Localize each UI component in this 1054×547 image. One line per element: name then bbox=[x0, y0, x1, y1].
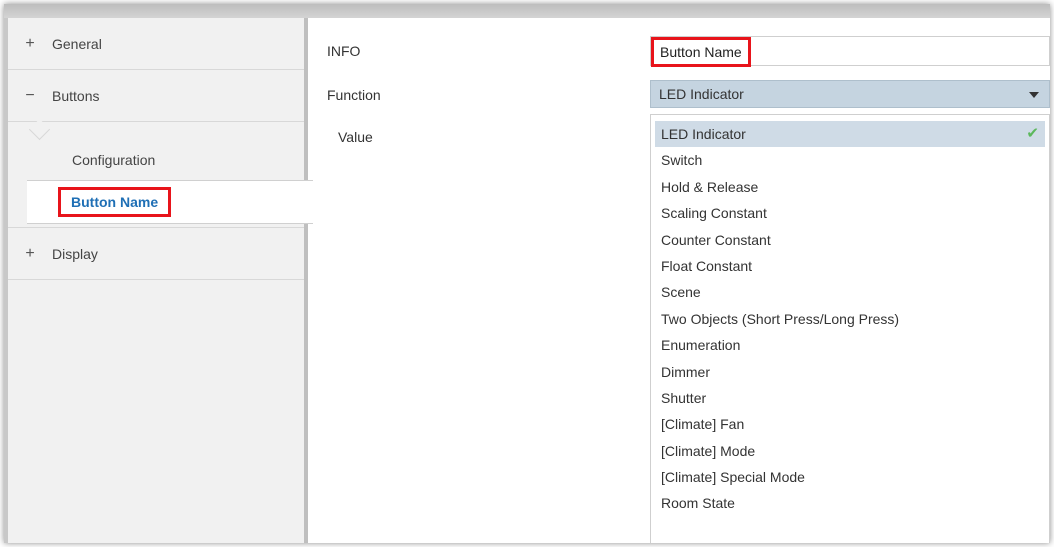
dropdown-option[interactable]: Dimmer bbox=[651, 359, 1049, 385]
sidebar-item-label: Display bbox=[52, 245, 98, 262]
info-input-value: Button Name bbox=[651, 37, 751, 67]
expand-icon[interactable]: + bbox=[8, 35, 52, 53]
dropdown-option[interactable]: Shutter bbox=[651, 385, 1049, 411]
value-label: Value bbox=[338, 129, 373, 145]
sidebar-item-label: General bbox=[52, 35, 102, 52]
dropdown-option[interactable]: Float Constant bbox=[651, 253, 1049, 279]
info-input[interactable]: Button Name bbox=[650, 36, 1050, 67]
sidebar-item-general[interactable]: + General bbox=[8, 18, 304, 70]
dropdown-option[interactable]: [Climate] Fan bbox=[651, 411, 1049, 437]
app-window: + General − Buttons Configuration Button… bbox=[4, 4, 1050, 543]
dropdown-option[interactable]: Counter Constant bbox=[651, 227, 1049, 253]
dropdown-option[interactable]: [Climate] Mode bbox=[651, 438, 1049, 464]
dropdown-option[interactable]: Enumeration bbox=[651, 332, 1049, 358]
dropdown-option[interactable]: Scaling Constant bbox=[651, 200, 1049, 226]
sidebar-item-configuration[interactable]: Configuration bbox=[8, 138, 304, 182]
sidebar-item-buttons[interactable]: − Buttons bbox=[8, 70, 304, 122]
dropdown-option[interactable]: Switch bbox=[651, 147, 1049, 173]
dropdown-option[interactable]: Room State bbox=[651, 490, 1049, 516]
parameter-panel: INFO Button Name Function LED Indicator … bbox=[308, 18, 1050, 543]
sidebar-item-display[interactable]: + Display bbox=[8, 228, 304, 280]
sidebar-item-button-name[interactable]: Button Name bbox=[27, 180, 313, 224]
function-dropdown-list: LED Indicator ✔ Switch Hold & Release Sc… bbox=[650, 114, 1050, 543]
window-top-band bbox=[4, 4, 1050, 18]
check-icon: ✔ bbox=[1026, 125, 1039, 142]
function-select-value: LED Indicator bbox=[659, 86, 744, 102]
sidebar-item-label: Buttons bbox=[52, 87, 100, 104]
function-select[interactable]: LED Indicator bbox=[650, 80, 1050, 108]
dropdown-option[interactable]: Scene bbox=[651, 279, 1049, 305]
expand-icon[interactable]: + bbox=[8, 245, 52, 263]
chevron-down-icon[interactable] bbox=[1029, 92, 1039, 98]
collapse-icon[interactable]: − bbox=[8, 87, 52, 105]
dropdown-option[interactable]: LED Indicator ✔ bbox=[655, 121, 1045, 148]
info-label: INFO bbox=[327, 43, 361, 59]
sidebar-item-label: Configuration bbox=[72, 152, 156, 168]
sidebar-item-label: Button Name bbox=[58, 187, 172, 217]
function-label: Function bbox=[327, 87, 381, 103]
dropdown-option[interactable]: Two Objects (Short Press/Long Press) bbox=[651, 306, 1049, 332]
dropdown-option[interactable]: Hold & Release bbox=[651, 174, 1049, 200]
sidebar-tree: + General − Buttons Configuration Button… bbox=[4, 18, 313, 543]
dropdown-option[interactable]: [Climate] Special Mode bbox=[651, 464, 1049, 490]
